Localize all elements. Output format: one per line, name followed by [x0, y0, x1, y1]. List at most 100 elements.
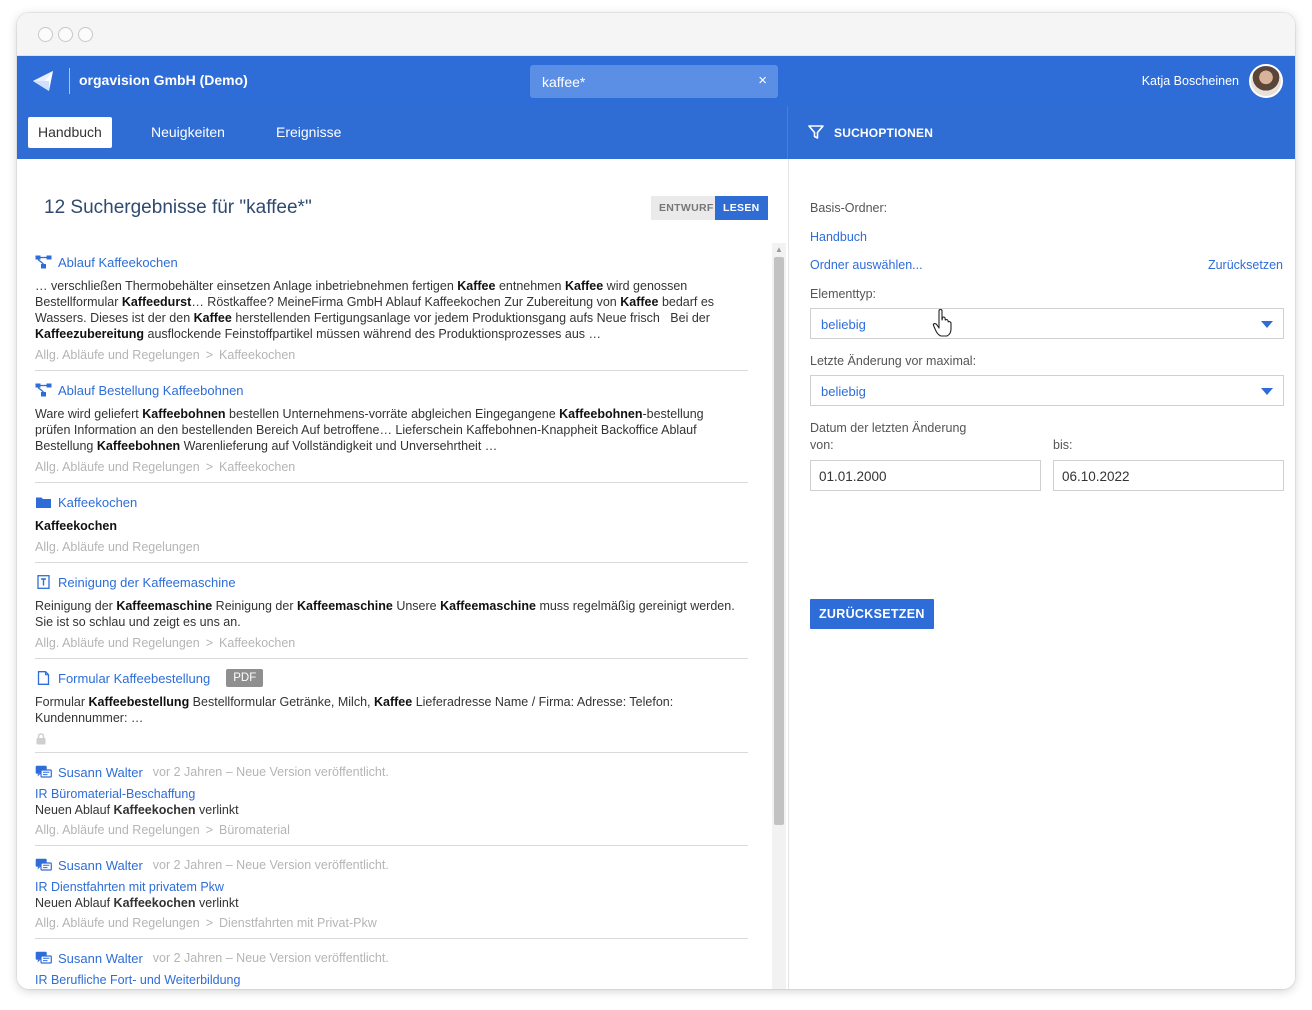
window-titlebar	[17, 13, 1295, 56]
basis-ordner-label: Basis-Ordner:	[810, 201, 888, 215]
results-panel: 12 Suchergebnisse für "kaffee*" ENTWURF …	[17, 159, 787, 989]
breadcrumb-item[interactable]: Allg. Abläufe und Regelungen	[35, 823, 200, 837]
nav-divider	[787, 106, 788, 159]
user-name[interactable]: Katja Boscheinen	[1142, 74, 1239, 88]
activity-author[interactable]: Susann Walter	[58, 951, 143, 966]
datum-label: Datum der letzten Änderung	[810, 421, 967, 435]
search-result: Ablauf Kaffeekochen … verschließen Thermo…	[35, 243, 748, 371]
top-bar: orgavision GmbH (Demo) kaffee* × Katja B…	[17, 56, 1295, 106]
result-title-link[interactable]: Formular Kaffeebestellung	[58, 671, 210, 686]
letzte-aenderung-select[interactable]: beliebig	[810, 375, 1284, 406]
toggle-entwurf[interactable]: ENTWURF	[651, 196, 722, 220]
breadcrumb-item[interactable]: Allg. Abläufe und Regelungen	[35, 636, 200, 650]
reset-folder-link[interactable]: Zurücksetzen	[1208, 258, 1283, 272]
folder-icon	[35, 495, 52, 509]
activity-text: Neuen Ablauf Kaffeekochen verlinkt	[35, 803, 239, 817]
results-scrollbar[interactable]: ▲	[772, 243, 786, 989]
basis-ordner-value[interactable]: Handbuch	[810, 230, 867, 244]
result-snippet: Kaffeekochen	[35, 519, 117, 533]
result-title-link[interactable]: Ablauf Kaffeekochen	[58, 255, 178, 270]
window-minimize-dot[interactable]	[58, 27, 73, 42]
orgavision-logo-icon[interactable]	[31, 69, 57, 93]
app-window: orgavision GmbH (Demo) kaffee* × Katja B…	[17, 13, 1295, 989]
logo-separator	[69, 68, 70, 94]
result-title-row: Formular Kaffeebestellung PDF	[35, 669, 748, 687]
avatar[interactable]	[1249, 64, 1283, 98]
scroll-up-icon[interactable]: ▲	[775, 245, 783, 254]
result-breadcrumb: Allg. Abläufe und Regelungen > Dienstfahrt…	[35, 916, 748, 930]
breadcrumb-separator: >	[205, 636, 214, 650]
search-input[interactable]: kaffee*	[542, 74, 585, 90]
result-title-link[interactable]: Reinigung der Kaffeemaschine	[58, 575, 236, 590]
window-zoom-dot[interactable]	[78, 27, 93, 42]
breadcrumb-item[interactable]: Dienstfahrten mit Privat-Pkw	[219, 916, 377, 930]
activity-header: Susann Walter vor 2 Jahren – Neue Version…	[35, 949, 748, 967]
pdf-badge: PDF	[226, 669, 264, 687]
scroll-thumb[interactable]	[774, 257, 784, 825]
result-breadcrumb: Allg. Abläufe und Regelungen	[35, 540, 748, 554]
breadcrumb-separator: >	[205, 916, 214, 930]
breadcrumb-item[interactable]: Allg. Abläufe und Regelungen	[35, 916, 200, 930]
choose-folder-link[interactable]: Ordner auswählen...	[810, 258, 923, 272]
breadcrumb-item[interactable]: Büromaterial	[219, 823, 290, 837]
hand-cursor-icon	[932, 309, 952, 337]
letzte-aenderung-label: Letzte Änderung vor maximal:	[810, 354, 977, 368]
activity-item: Susann Walter vor 2 Jahren – Neue Version…	[35, 753, 748, 846]
result-breadcrumb: Allg. Abläufe und Regelungen > Kaffeekoche…	[35, 460, 748, 474]
search-box[interactable]: kaffee* ×	[530, 65, 778, 98]
tab-neuigkeiten[interactable]: Neuigkeiten	[141, 117, 235, 148]
activity-link[interactable]: IR Berufliche Fort- und Weiterbildung	[35, 973, 748, 987]
breadcrumb-item[interactable]: Allg. Abläufe und Regelungen	[35, 540, 200, 554]
elementtyp-select[interactable]: beliebig	[810, 308, 1284, 339]
process-icon	[35, 383, 52, 397]
chevron-down-icon	[1261, 321, 1273, 328]
activity-text: Neuen Ablauf Kaffeekochen verlinkt	[35, 896, 239, 910]
tab-handbuch[interactable]: Handbuch	[28, 117, 112, 148]
filter-icon[interactable]	[808, 125, 824, 139]
window-close-dot[interactable]	[38, 27, 53, 42]
search-result: Reinigung der Kaffeemaschine Reinigung de…	[35, 563, 748, 659]
org-name[interactable]: orgavision GmbH (Demo)	[79, 72, 248, 88]
result-title-row: Reinigung der Kaffeemaschine	[35, 573, 748, 591]
activity-meta: vor 2 Jahren – Neue Version veröffentlic…	[152, 765, 389, 779]
breadcrumb-item[interactable]: Allg. Abläufe und Regelungen	[35, 460, 200, 474]
result-title-row: Ablauf Kaffeekochen	[35, 253, 748, 271]
result-list: Ablauf Kaffeekochen … verschließen Thermo…	[35, 243, 748, 989]
search-clear-icon[interactable]: ×	[758, 72, 767, 90]
tab-ereignisse[interactable]: Ereignisse	[266, 117, 351, 148]
elementtyp-label: Elementtyp:	[810, 287, 877, 301]
activity-header: Susann Walter vor 2 Jahren – Neue Version…	[35, 856, 748, 874]
activity-icon	[35, 951, 52, 965]
breadcrumb-separator: >	[205, 460, 214, 474]
activity-item: Susann Walter vor 2 Jahren – Neue Version…	[35, 846, 748, 939]
result-breadcrumb: Allg. Abläufe und Regelungen > Kaffeekoche…	[35, 636, 748, 650]
breadcrumb-item[interactable]: Kaffeekochen	[219, 460, 295, 474]
activity-author[interactable]: Susann Walter	[58, 765, 143, 780]
activity-header: Susann Walter vor 2 Jahren – Neue Version…	[35, 763, 748, 781]
breadcrumb-item[interactable]: Allg. Abläufe und Regelungen	[35, 348, 200, 362]
breadcrumb-item[interactable]: Kaffeekochen	[219, 636, 295, 650]
activity-meta: vor 2 Jahren – Neue Version veröffentlic…	[152, 858, 389, 872]
search-options-toggle[interactable]: SUCHOPTIONEN	[834, 126, 933, 140]
result-breadcrumb: Allg. Abläufe und Regelungen > Kaffeekoche…	[35, 348, 748, 362]
activity-link[interactable]: IR Büromaterial-Beschaffung	[35, 787, 748, 801]
breadcrumb-item[interactable]: Kaffeekochen	[219, 348, 295, 362]
result-title-link[interactable]: Kaffeekochen	[58, 495, 137, 510]
lock-icon	[35, 732, 47, 745]
result-title-link[interactable]: Ablauf Bestellung Kaffeebohnen	[58, 383, 244, 398]
activity-item: Susann Walter vor 2 Jahren – Neue Version…	[35, 939, 748, 989]
letzte-aenderung-value: beliebig	[821, 384, 866, 399]
activity-author[interactable]: Susann Walter	[58, 858, 143, 873]
result-snippet: Formular Kaffeebestellung Bestellformula…	[35, 695, 674, 725]
activity-link[interactable]: IR Dienstfahrten mit privatem Pkw	[35, 880, 748, 894]
process-icon	[35, 255, 52, 269]
toggle-lesen[interactable]: LESEN	[715, 196, 768, 220]
von-label: von:	[810, 438, 834, 452]
search-options-panel: Basis-Ordner: Handbuch Ordner auswählen.…	[788, 159, 1295, 989]
result-snippet: Reinigung der Kaffeemaschine Reinigung d…	[35, 599, 735, 629]
reset-button[interactable]: ZURÜCKSETZEN	[810, 599, 934, 629]
activity-meta: vor 2 Jahren – Neue Version veröffentlic…	[152, 951, 389, 965]
bis-date-field[interactable]: 06.10.2022	[1053, 460, 1284, 491]
von-date-field[interactable]: 01.01.2000	[810, 460, 1041, 491]
document-icon	[35, 575, 52, 589]
